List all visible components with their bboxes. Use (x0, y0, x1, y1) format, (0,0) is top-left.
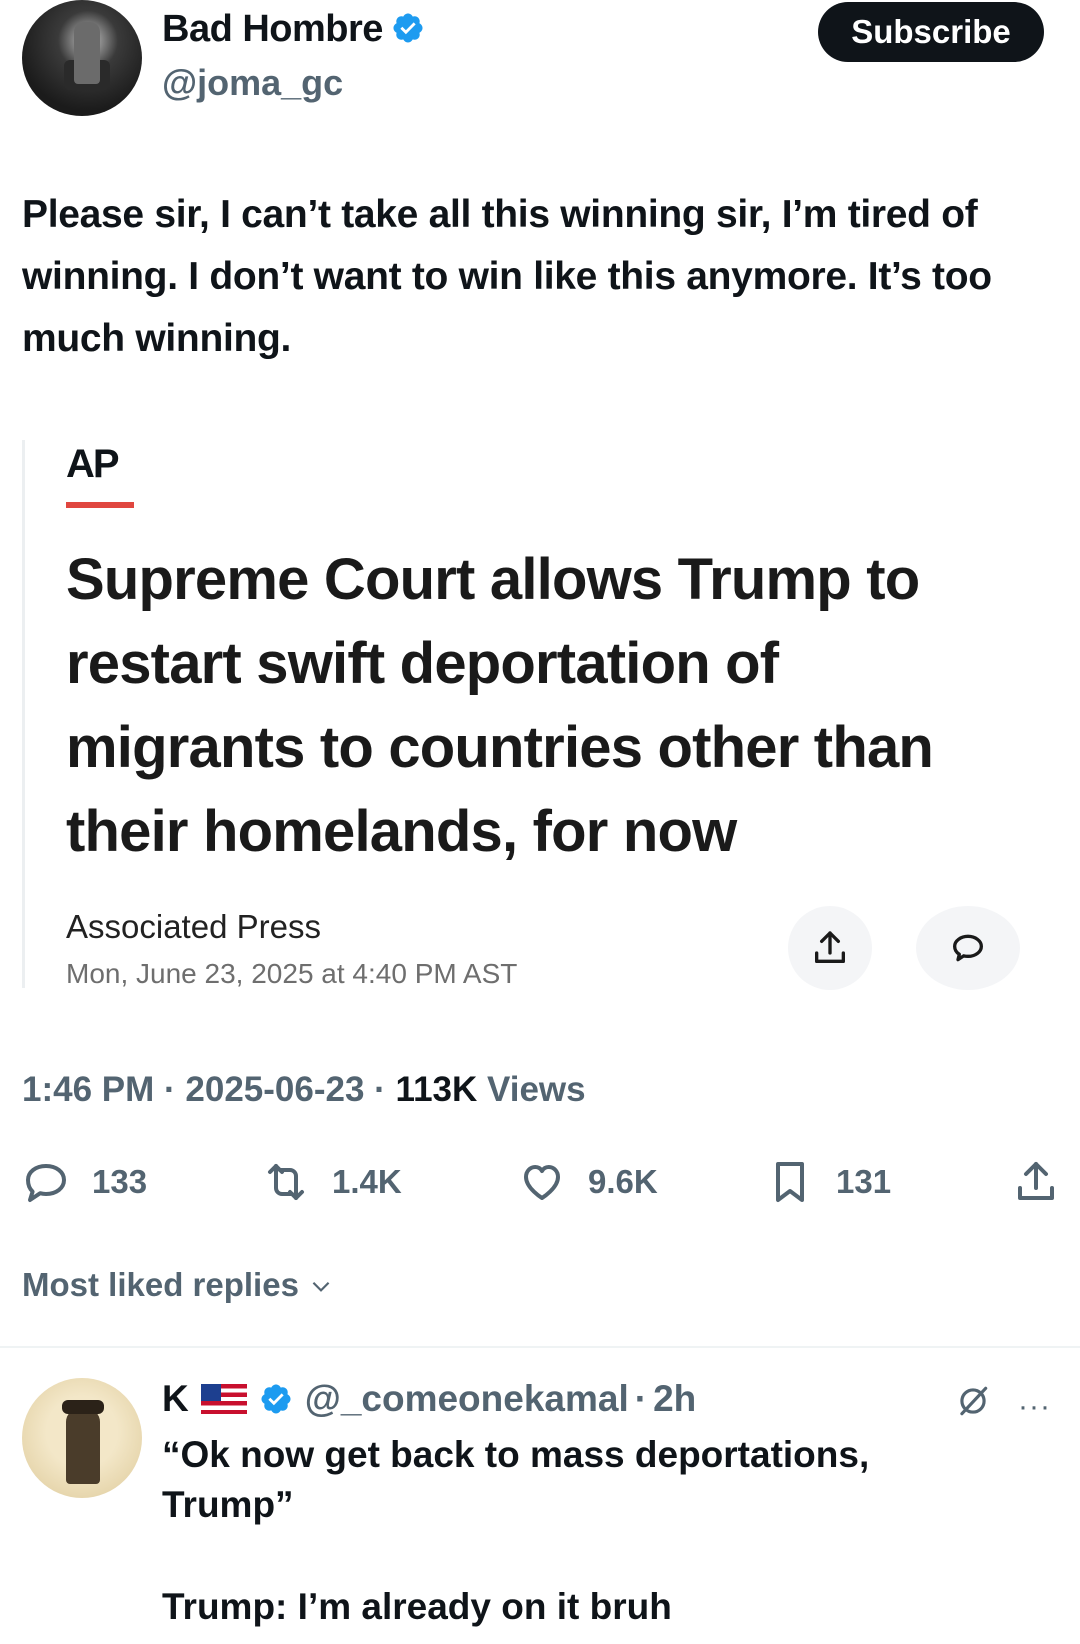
subscribe-button[interactable]: Subscribe (818, 2, 1044, 62)
share-button[interactable] (1012, 1158, 1080, 1206)
author-avatar[interactable] (22, 0, 142, 116)
article-source: Associated Press (66, 908, 321, 945)
repost-icon (268, 1164, 304, 1200)
like-icon (524, 1165, 560, 1200)
views-count: 113K (395, 1070, 478, 1109)
reply-time: 2h (653, 1378, 697, 1419)
author-display-name[interactable]: Bad Hombre (162, 8, 383, 50)
bookmark-button[interactable]: 131 (766, 1158, 891, 1206)
verified-badge-icon (261, 1384, 291, 1414)
share-icon (1018, 1162, 1054, 1200)
share-icon (815, 931, 845, 963)
reply-text-line-2: Trump: I’m already on it bruh (162, 1586, 672, 1627)
reply-author-name[interactable]: K (162, 1378, 189, 1420)
like-button[interactable]: 9.6K (518, 1158, 658, 1206)
ap-logo-underline (66, 502, 134, 508)
replies-sort-label: Most liked replies (22, 1266, 299, 1303)
tweet-time: 1:46 PM (22, 1070, 155, 1109)
verified-badge-icon (393, 13, 423, 43)
reply-handle[interactable]: @_comeonekamal (305, 1378, 629, 1420)
author-handle[interactable]: @joma_gc (162, 62, 343, 104)
reply-avatar[interactable] (22, 1378, 142, 1498)
card-share-button[interactable] (788, 906, 872, 990)
tweet-text: Please sir, I can’t take all this winnin… (22, 193, 992, 360)
divider (0, 1346, 1080, 1348)
author-name-row[interactable]: Bad Hombre (162, 8, 425, 51)
reply-button[interactable]: 133 (22, 1158, 147, 1206)
tweet-meta: 1:46 PM · 2025-06-23 · 113K Views (22, 1070, 586, 1109)
chevron-down-icon (312, 1281, 330, 1292)
reply-text: “Ok now get back to mass deportations, T… (162, 1434, 870, 1525)
article-headline[interactable]: Supreme Court allows Trump to restart sw… (66, 538, 1026, 874)
bookmark-count: 131 (836, 1163, 892, 1200)
bookmark-icon (776, 1162, 804, 1202)
more-icon[interactable]: ··· (1018, 1390, 1051, 1424)
like-count: 9.6K (588, 1163, 658, 1200)
article-date: Mon, June 23, 2025 at 4:40 PM AST (66, 958, 518, 989)
separator-dot: · (634, 1378, 648, 1419)
repost-button[interactable]: 1.4K (262, 1158, 402, 1206)
replies-sort-dropdown[interactable]: Most liked replies (22, 1266, 334, 1304)
ap-logo: AP (66, 442, 120, 486)
reply-icon (26, 1164, 66, 1202)
us-flag-icon (200, 1384, 247, 1414)
reply-count: 133 (92, 1163, 148, 1200)
reply-header: K @_comeonekamal · 2h (162, 1378, 696, 1420)
repost-count: 1.4K (332, 1163, 402, 1200)
card-comment-button[interactable] (916, 906, 1020, 990)
comment-icon (953, 934, 983, 962)
grok-icon[interactable] (954, 1382, 992, 1425)
views-label: Views (487, 1070, 586, 1109)
tweet-date: 2025-06-23 (185, 1070, 365, 1109)
